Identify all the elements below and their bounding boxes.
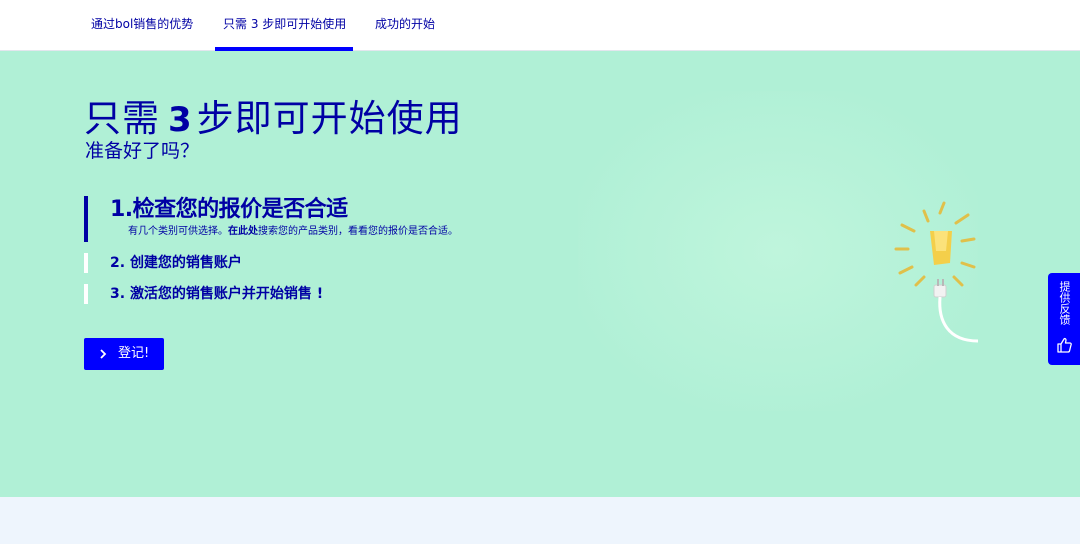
step-2-label: 创建您的销售账户 bbox=[129, 255, 242, 271]
title-suffix: 步即可开始使用 bbox=[196, 97, 463, 140]
step-1-label: 检查您的报价是否合适 bbox=[132, 197, 349, 222]
thumbs-up-icon bbox=[1057, 337, 1072, 353]
step-1-number: 1. bbox=[110, 197, 133, 222]
tab-three-steps[interactable]: 只需 3 步即可开始使用 bbox=[214, 0, 354, 52]
feedback-button[interactable]: 提供反馈 bbox=[1048, 273, 1080, 365]
register-button-label: 登记! bbox=[118, 346, 150, 361]
tab-advantages[interactable]: 通过bol销售的优势 bbox=[91, 0, 193, 51]
step-1: 1.检查您的报价是否合适 有几个类别可供选择。在此处搜索您的产品类别，看看您的报… bbox=[84, 196, 458, 242]
step-2-number: 2. bbox=[110, 255, 126, 271]
step-1-desc-post: 搜索您的产品类别，看看您的报价是否合适。 bbox=[258, 226, 458, 237]
step-1-description: 有几个类别可供选择。在此处搜索您的产品类别，看看您的报价是否合适。 bbox=[110, 227, 458, 237]
hero-section: 只需 3 步即可开始使用 准备好了吗？ 1.检查您的报价是否合适 有几个类别可供选择… bbox=[0, 51, 1080, 497]
step-1-title: 1.检查您的报价是否合适 bbox=[110, 196, 458, 224]
tab-successful-start[interactable]: 成功的开始 bbox=[375, 0, 435, 51]
title-step-count: 3 bbox=[168, 100, 193, 140]
category-search-link[interactable]: 在此处 bbox=[228, 226, 258, 237]
step-1-desc-pre: 有几个类别可供选择。 bbox=[128, 226, 228, 237]
page-title: 只需 3 步即可开始使用 bbox=[84, 96, 463, 143]
title-prefix: 只需 bbox=[84, 97, 160, 140]
feedback-label: 提供反馈 bbox=[1058, 281, 1071, 325]
step-2: 2. 创建您的销售账户 bbox=[84, 253, 242, 273]
lightbulb-plug-icon bbox=[578, 91, 978, 411]
bottom-band bbox=[0, 497, 1080, 544]
step-3-number: 3. bbox=[110, 286, 126, 302]
chevron-right-icon bbox=[100, 349, 107, 359]
step-3-label: 激活您的销售账户并开始销售 ! bbox=[129, 286, 324, 302]
step-3: 3. 激活您的销售账户并开始销售 ! bbox=[84, 284, 323, 304]
register-button[interactable]: 登记! bbox=[84, 338, 164, 370]
top-navigation: 通过bol销售的优势 只需 3 步即可开始使用 成功的开始 bbox=[0, 0, 1080, 52]
page-subtitle: 准备好了吗？ bbox=[85, 140, 200, 162]
